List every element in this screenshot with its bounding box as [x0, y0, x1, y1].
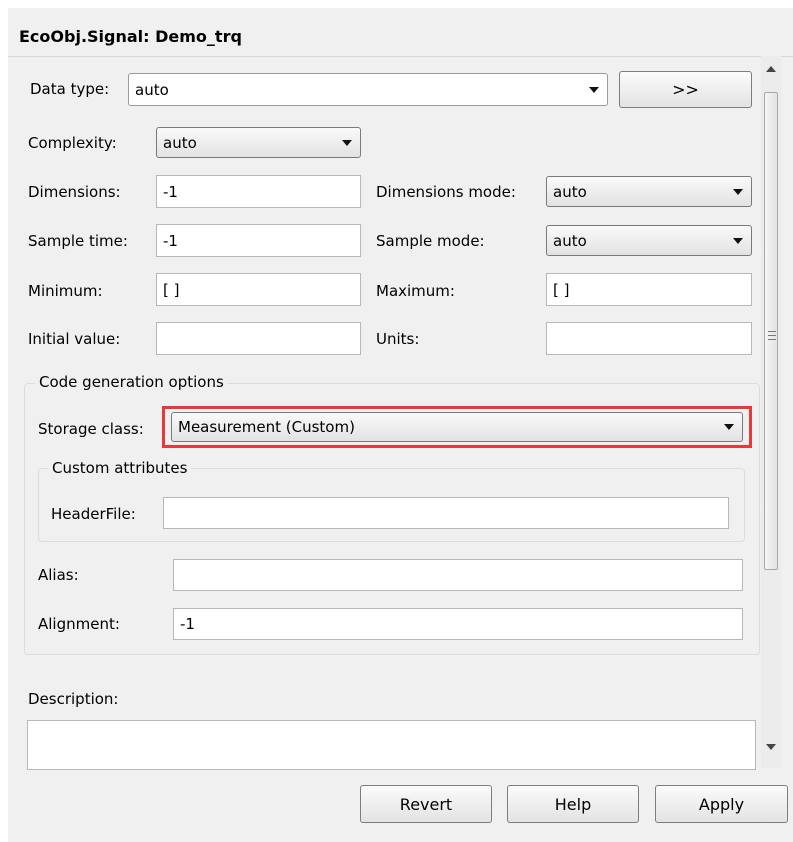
help-button[interactable]: Help: [507, 785, 639, 823]
maximum-field[interactable]: [ ]: [546, 273, 752, 306]
alias-field[interactable]: [173, 559, 743, 591]
sample-time-field[interactable]: -1: [156, 224, 361, 257]
vertical-scrollbar[interactable]: [761, 56, 781, 768]
sample-mode-label: Sample mode:: [376, 232, 485, 250]
sample-time-label: Sample time:: [28, 232, 128, 250]
dimensions-mode-value: auto: [553, 182, 587, 201]
storage-class-highlight: [162, 406, 752, 448]
code-generation-title: Code generation options: [35, 373, 228, 391]
data-type-label: Data type:: [30, 80, 110, 98]
sample-mode-value: auto: [553, 231, 587, 250]
dimensions-mode-dropdown[interactable]: auto: [546, 176, 752, 207]
complexity-label: Complexity:: [28, 134, 117, 152]
dialog-title: EcoObj.Signal: Demo_trq: [19, 27, 242, 46]
complexity-value: auto: [163, 133, 197, 152]
dimensions-mode-label: Dimensions mode:: [376, 183, 516, 201]
grip-icon: [768, 331, 776, 332]
custom-attributes-title: Custom attributes: [48, 459, 192, 477]
chevron-down-icon: [342, 139, 352, 146]
alignment-field[interactable]: -1: [173, 608, 743, 640]
chevron-down-icon: [733, 237, 743, 244]
description-label: Description:: [28, 690, 119, 708]
apply-button[interactable]: Apply: [655, 785, 788, 823]
scrollbar-thumb[interactable]: [764, 92, 778, 570]
units-label: Units:: [376, 330, 420, 348]
maximum-label: Maximum:: [376, 282, 455, 300]
chevron-down-icon[interactable]: [766, 744, 776, 750]
description-field[interactable]: [27, 720, 756, 770]
alignment-label: Alignment:: [38, 615, 120, 633]
units-field[interactable]: [546, 322, 752, 355]
data-type-value: auto: [135, 80, 169, 99]
dimensions-label: Dimensions:: [28, 183, 121, 201]
divider: [8, 56, 793, 57]
initial-value-label: Initial value:: [28, 330, 121, 348]
data-type-dropdown[interactable]: auto: [128, 73, 608, 106]
minimum-field[interactable]: [ ]: [156, 273, 361, 306]
dimensions-field[interactable]: -1: [156, 175, 361, 208]
chevron-down-icon: [733, 188, 743, 195]
storage-class-label: Storage class:: [38, 420, 144, 438]
revert-button[interactable]: Revert: [360, 785, 492, 823]
grip-icon: [768, 335, 776, 336]
initial-value-field[interactable]: [156, 322, 361, 355]
header-file-field[interactable]: [163, 497, 729, 529]
chevron-up-icon[interactable]: [766, 66, 776, 72]
sample-mode-dropdown[interactable]: auto: [546, 225, 752, 256]
header-file-label: HeaderFile:: [51, 505, 136, 523]
minimum-label: Minimum:: [28, 282, 103, 300]
data-type-assistant-button[interactable]: >>: [619, 71, 752, 108]
grip-icon: [768, 339, 776, 340]
alias-label: Alias:: [38, 566, 79, 584]
chevron-down-icon: [589, 86, 599, 93]
complexity-dropdown[interactable]: auto: [156, 127, 361, 158]
